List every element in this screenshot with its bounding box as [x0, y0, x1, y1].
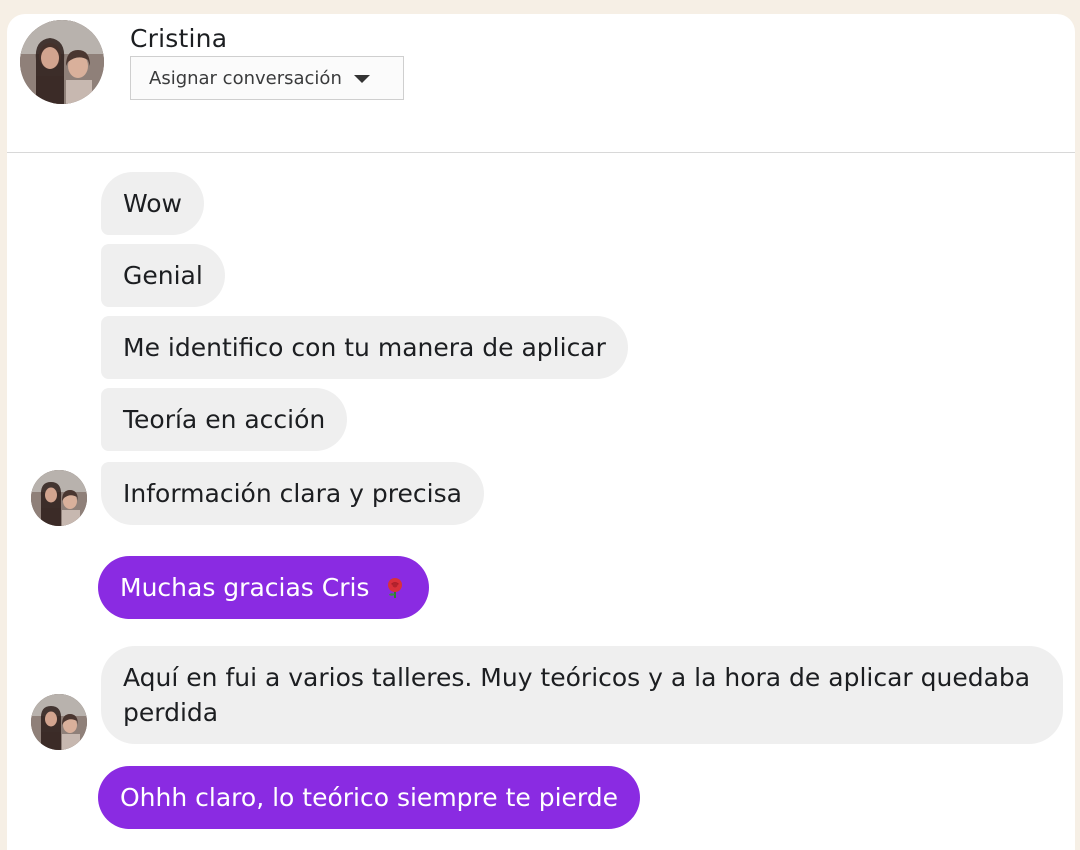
sender-avatar[interactable] [31, 694, 87, 750]
message-bubble-outgoing: Ohhh claro, lo teórico siempre te pierde [98, 766, 641, 829]
message-bubble-incoming: Me identifico con tu manera de aplicar [101, 316, 628, 379]
message-text: Genial [123, 261, 203, 290]
message-text: Me identifico con tu manera de aplicar [123, 333, 606, 362]
message-text: Wow [123, 189, 182, 218]
message-bubble-outgoing: Muchas gracias Cris [98, 556, 430, 619]
message-text: Aquí en fui a varios talleres. Muy teóri… [123, 663, 1031, 727]
contact-photo-icon [31, 470, 87, 526]
assign-conversation-label: Asignar conversación [149, 67, 342, 89]
conversation-header: Cristina Asignar conversación [7, 14, 1075, 153]
message-bubble-incoming: Aquí en fui a varios talleres. Muy teóri… [101, 646, 1063, 744]
sender-avatar[interactable] [31, 470, 87, 526]
contact-photo-icon [31, 694, 87, 750]
message-text: Teoría en acción [123, 405, 326, 434]
contact-name: Cristina [130, 24, 228, 53]
message-bubble-incoming: Información clara y precisa [101, 462, 484, 525]
message-bubble-incoming: Wow [101, 172, 204, 235]
rose-emoji-icon [388, 578, 403, 598]
assign-conversation-dropdown[interactable]: Asignar conversación [130, 56, 404, 100]
message-text: Ohhh claro, lo teórico siempre te pierde [120, 783, 619, 812]
caret-down-icon [353, 75, 370, 83]
message-text: Muchas gracias Cris [120, 573, 370, 602]
message-text: Información clara y precisa [123, 479, 462, 508]
contact-photo-icon [20, 20, 104, 104]
contact-avatar[interactable] [20, 20, 104, 104]
message-bubble-incoming: Genial [101, 244, 225, 307]
message-bubble-incoming: Teoría en acción [101, 388, 348, 451]
chat-window: Cristina Asignar conversación Wow Genial… [7, 14, 1075, 850]
